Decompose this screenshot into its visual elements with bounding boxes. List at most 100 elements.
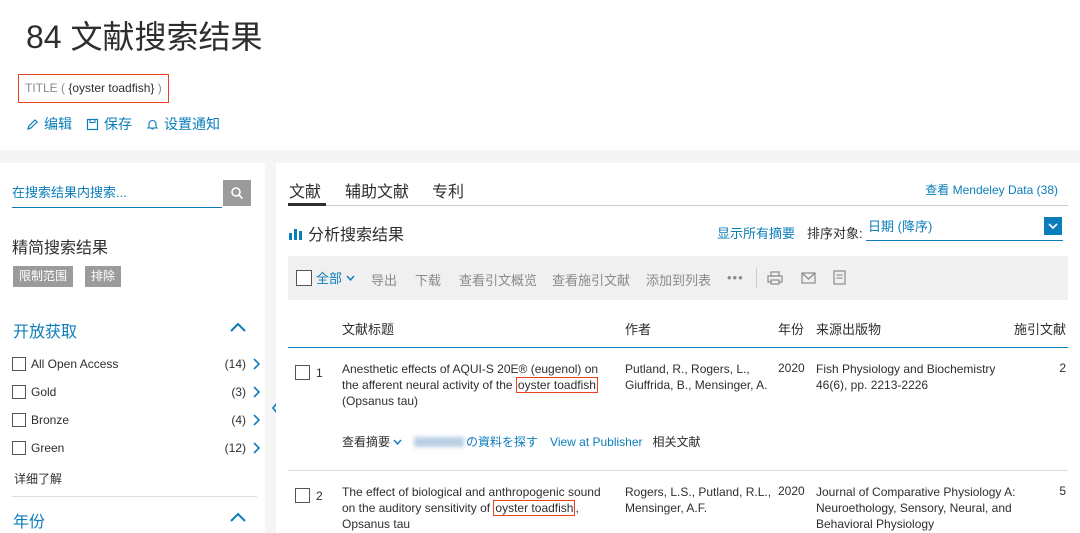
year-title[interactable]: 年份 (13, 508, 45, 532)
sort-select[interactable]: 日期 (降序) (866, 215, 1063, 241)
cited-count[interactable]: 5 (1059, 484, 1066, 498)
select-all-control[interactable]: 全部 (296, 268, 355, 287)
limit-button[interactable]: 限制范围 (13, 266, 74, 287)
row-links: 查看摘要 の資料を探す View at Publisher 相关文献 (342, 433, 701, 450)
chevron-up-icon[interactable] (229, 511, 247, 523)
search-icon (231, 187, 244, 200)
facet-label: Green (31, 441, 65, 455)
sort-dropdown-button[interactable] (1044, 217, 1062, 235)
show-all-abstracts-link[interactable]: 显示所有摘要 (717, 223, 795, 242)
authors[interactable]: Rogers, L.S., Putland, R.L., Mensinger, … (625, 484, 775, 516)
facet-count: (4) (231, 413, 246, 427)
query-box: TITLE ( {oyster toadfish} ) (18, 74, 169, 103)
chevron-up-icon[interactable] (229, 321, 247, 333)
checkbox[interactable] (12, 357, 26, 371)
open-access-title[interactable]: 开放获取 (13, 318, 77, 342)
toolbar-separator (756, 268, 757, 288)
column-header-cited[interactable]: 施引文献 (1014, 319, 1066, 338)
email-icon[interactable] (801, 272, 816, 284)
chevron-right-icon[interactable] (252, 442, 260, 454)
more-actions-button[interactable]: ••• (727, 270, 744, 285)
highlighted-term: oyster toadfish (493, 500, 576, 516)
query-prefix: TITLE ( (25, 81, 69, 95)
chevron-down-icon (1048, 223, 1058, 229)
search-button[interactable] (223, 180, 251, 206)
cited-count[interactable]: 2 (1059, 361, 1066, 375)
learn-more-link[interactable]: 详细了解 (14, 470, 62, 487)
chevron-down-icon[interactable] (346, 275, 355, 281)
facet-label: Gold (31, 385, 57, 399)
highlighted-term: oyster toadfish (515, 377, 598, 393)
source-title[interactable]: Journal of Comparative Physiology A: Neu… (816, 484, 1016, 532)
pencil-icon (27, 118, 38, 130)
facet-all-open-access[interactable]: All Open Access (14) (12, 354, 260, 374)
document-title-link[interactable]: The effect of biological and anthropogen… (342, 484, 612, 532)
authors[interactable]: Putland, R., Rogers, L., Giuffrida, B., … (625, 361, 775, 393)
download-button[interactable]: 下载 (415, 270, 441, 289)
active-tab-indicator (288, 203, 326, 206)
tab-documents[interactable]: 文献 (289, 178, 321, 202)
export-button[interactable]: 导出 (371, 270, 397, 289)
query-suffix: ) (154, 81, 162, 95)
view-abstract-link[interactable]: 查看摘要 (342, 433, 390, 450)
save-label: 保存 (104, 116, 132, 132)
facet-gold[interactable]: Gold (3) (12, 382, 260, 402)
facet-count: (12) (224, 441, 246, 455)
sort-label: 排序对象: (807, 226, 863, 241)
chevron-right-icon[interactable] (252, 414, 260, 426)
chevron-right-icon[interactable] (252, 358, 260, 370)
header-divider (288, 347, 1068, 348)
row-checkbox[interactable] (295, 365, 310, 380)
bar-chart-icon (289, 229, 302, 240)
save-icon (86, 118, 99, 130)
set-alert-label: 设置通知 (164, 116, 220, 132)
row-number: 2 (316, 489, 323, 503)
view-at-publisher-link[interactable]: View at Publisher (550, 435, 643, 449)
column-header-title[interactable]: 文献标题 (342, 319, 394, 338)
divider (12, 496, 257, 497)
chevron-down-icon[interactable] (393, 439, 402, 445)
document-title-link[interactable]: Anesthetic effects of AQUI-S 20E® (eugen… (342, 361, 612, 409)
related-documents-link[interactable]: 相关文献 (653, 433, 701, 450)
column-header-authors[interactable]: 作者 (625, 319, 651, 338)
add-to-list-button[interactable]: 添加到列表 (646, 270, 711, 289)
title-text: (Opsanus tau) (342, 394, 419, 408)
select-all-label: 全部 (316, 271, 343, 286)
citation-overview-button[interactable]: 查看引文概览 (459, 270, 537, 289)
facet-green[interactable]: Green (12) (12, 438, 260, 458)
page-title: 84 文献搜索结果 (26, 19, 263, 55)
find-in-library-link[interactable]: の資料を探す (466, 433, 538, 450)
chevron-right-icon[interactable] (252, 386, 260, 398)
cited-by-button[interactable]: 查看施引文献 (552, 270, 630, 289)
bibliography-icon[interactable] (833, 270, 846, 285)
set-alert-button[interactable]: 设置通知 (146, 114, 220, 134)
checkbox[interactable] (12, 413, 26, 427)
facet-bronze[interactable]: Bronze (4) (12, 410, 260, 430)
facet-count: (14) (224, 357, 246, 371)
exclude-button[interactable]: 排除 (85, 266, 122, 287)
checkbox[interactable] (12, 385, 26, 399)
column-header-source[interactable]: 来源出版物 (816, 319, 881, 338)
save-button[interactable]: 保存 (86, 114, 132, 134)
edit-label: 编辑 (44, 116, 72, 132)
mendeley-data-link[interactable]: 查看 Mendeley Data (38) (925, 181, 1058, 198)
column-header-year[interactable]: 年份 (778, 319, 804, 338)
row-checkbox[interactable] (295, 488, 310, 503)
search-within-input[interactable]: 在搜索结果内搜索... (12, 178, 222, 208)
bell-icon (146, 119, 159, 130)
checkbox[interactable] (12, 441, 26, 455)
tab-secondary-documents[interactable]: 辅助文献 (345, 178, 409, 202)
print-icon[interactable] (767, 271, 783, 285)
blurred-library-name (414, 436, 465, 447)
edit-button[interactable]: 编辑 (26, 114, 72, 134)
analyze-label: 分析搜索结果 (308, 227, 405, 244)
tabs-divider (288, 205, 1068, 206)
facet-label: Bronze (31, 413, 70, 427)
tab-patents[interactable]: 专利 (432, 178, 464, 202)
source-title[interactable]: Fish Physiology and Biochemistry 46(6), … (816, 361, 1016, 393)
select-all-checkbox[interactable] (296, 269, 312, 286)
analyze-results-button[interactable]: 分析搜索结果 (288, 221, 404, 245)
row-divider (288, 470, 1068, 471)
query-term: {oyster toadfish} (68, 81, 155, 95)
facet-count: (3) (231, 385, 246, 399)
